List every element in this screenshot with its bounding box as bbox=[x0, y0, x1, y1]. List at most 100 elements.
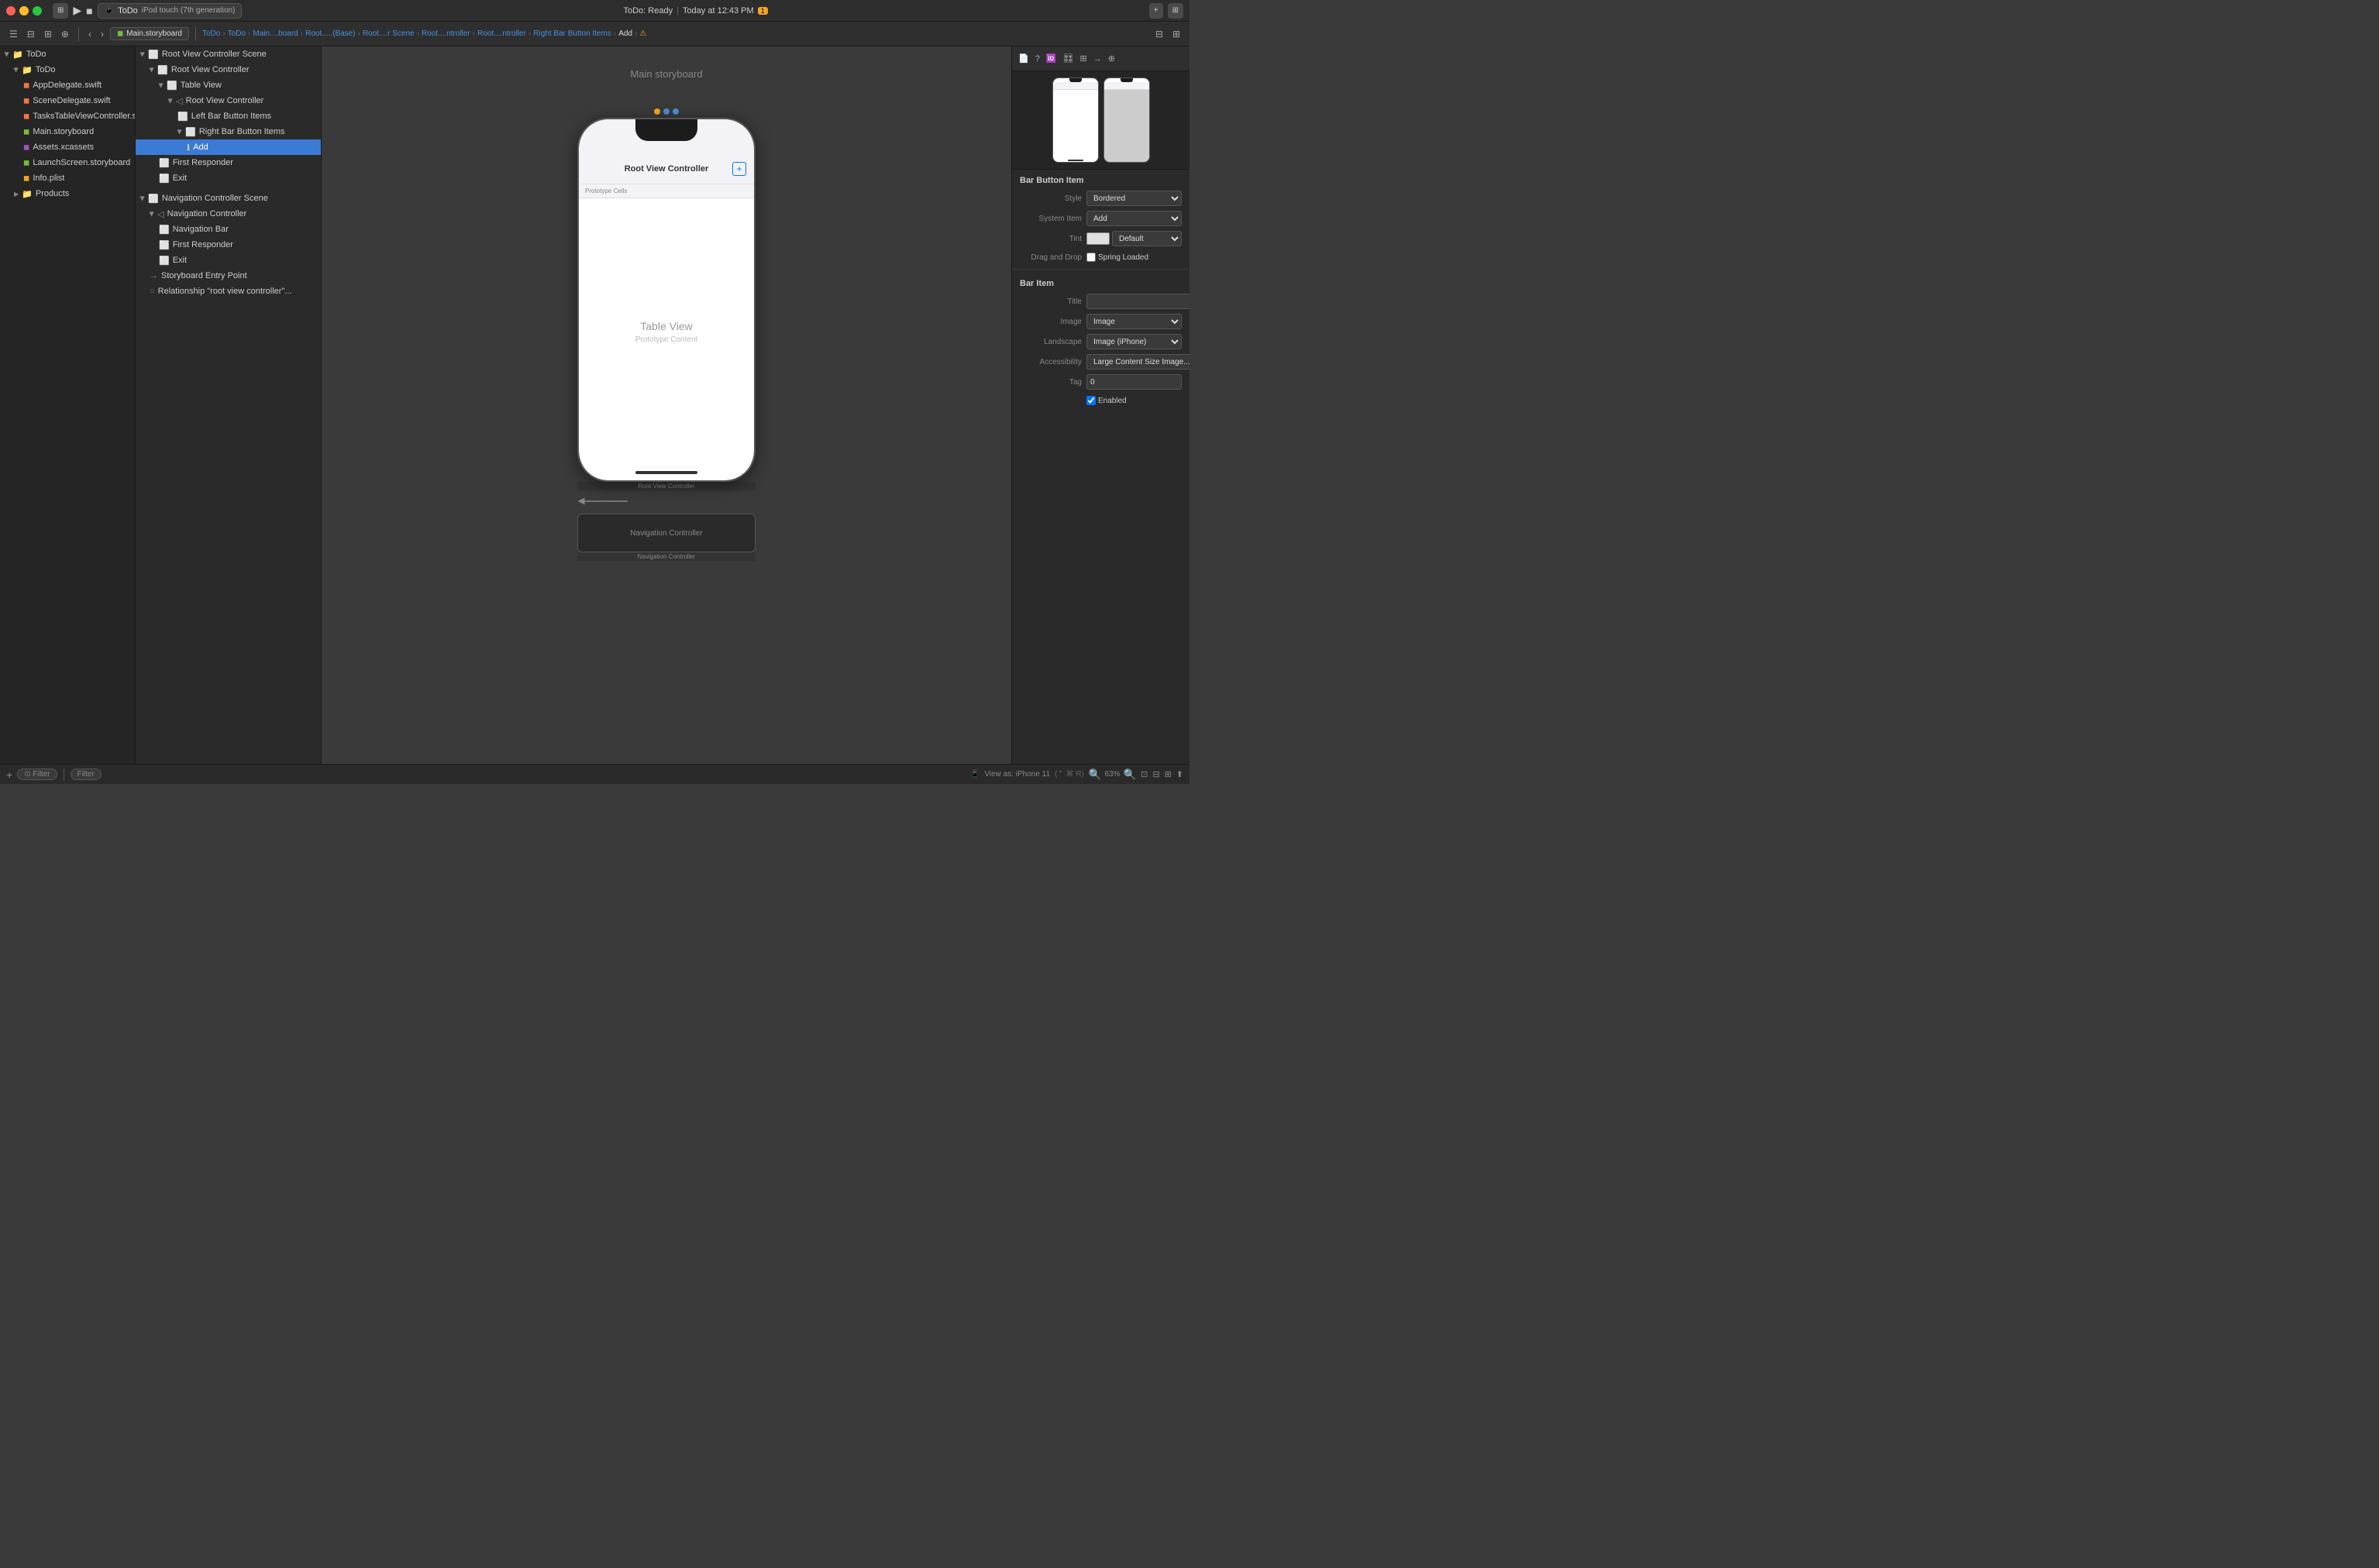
close-button[interactable] bbox=[6, 6, 15, 15]
table-view-center: Table View Prototype Content bbox=[579, 198, 754, 465]
editor-options-btn[interactable]: ⊟ bbox=[1152, 27, 1166, 41]
bc-8[interactable]: Right Bar Button Items bbox=[533, 29, 611, 38]
bc-1[interactable]: ToDo bbox=[202, 29, 220, 38]
nav-assets[interactable]: ◼ Assets.xcassets bbox=[0, 139, 135, 155]
breadcrumb: ToDo › ToDo › Main....board › Root.....(… bbox=[202, 29, 1149, 38]
size-inspector-btn[interactable]: ⊞ bbox=[1079, 52, 1089, 65]
zoom-reset-btn[interactable]: ⊟ bbox=[1152, 769, 1159, 779]
preview-home-bar bbox=[1068, 160, 1083, 161]
run-button[interactable]: ▶ bbox=[73, 4, 81, 17]
quick-help-btn[interactable]: ? bbox=[1034, 53, 1041, 65]
outline-first-responder[interactable]: ⬜ First Responder bbox=[136, 155, 321, 170]
outline-relationship-label: Relationship "root view controller"... bbox=[158, 287, 292, 296]
filter-right-btn[interactable]: Filter bbox=[71, 769, 102, 780]
outline-root-scene[interactable]: ▶ ⬜ Root View Controller Scene bbox=[136, 46, 321, 62]
layout-button[interactable]: ⊞ bbox=[1168, 3, 1183, 19]
nav-mainstoryboard[interactable]: ◼ Main.storyboard bbox=[0, 124, 135, 139]
nav-launchscreen[interactable]: ◼ LaunchScreen.storyboard bbox=[0, 155, 135, 170]
scheme-label: ToDo bbox=[118, 6, 138, 15]
inspector-style-select[interactable]: Bordered Plain Done bbox=[1086, 191, 1182, 206]
outline-right-items[interactable]: ▶ ⬜ Right Bar Button Items bbox=[136, 124, 321, 139]
add-editor-btn[interactable]: ⊞ bbox=[1169, 27, 1183, 41]
relationship-icon: ○ bbox=[150, 287, 155, 296]
maximize-button[interactable] bbox=[33, 6, 42, 15]
main-layout: ▶ 📁 ToDo ▶ 📁 ToDo ◼ AppDelegate.swift ◼ … bbox=[0, 46, 1190, 764]
outline-add-item[interactable]: ℹ Add bbox=[136, 139, 321, 155]
items-icon: ⬜ bbox=[185, 127, 196, 137]
minimize-button[interactable] bbox=[19, 6, 29, 15]
outline-root-vc2[interactable]: ▶ ◁ Root View Controller bbox=[136, 93, 321, 108]
attributes-inspector-btn[interactable]: 🎛 bbox=[1062, 52, 1076, 65]
enabled-checkbox[interactable] bbox=[1086, 396, 1096, 405]
outline-tableview-label: Table View bbox=[181, 81, 222, 90]
nav-infoplist[interactable]: ◼ Info.plist bbox=[0, 170, 135, 186]
zoom-out-btn[interactable]: 🔍 bbox=[1089, 769, 1102, 781]
bc-2[interactable]: ToDo bbox=[228, 29, 246, 38]
inspector-accessibility-select[interactable]: Large Content Size Image... bbox=[1086, 354, 1190, 370]
nav-scenedelegate[interactable]: ◼ SceneDelegate.swift bbox=[0, 93, 135, 108]
spring-loaded-checkbox[interactable] bbox=[1086, 253, 1096, 262]
triangle-icon: ▶ bbox=[14, 191, 19, 198]
sidebar-toggle-button[interactable]: ⊞ bbox=[53, 3, 68, 19]
inspector-tag-input[interactable] bbox=[1086, 374, 1182, 390]
navigate-back-btn[interactable]: ⊟ bbox=[24, 27, 38, 41]
nav-root-todo[interactable]: ▶ 📁 ToDo bbox=[0, 46, 135, 62]
inspector-landscape-select[interactable]: Image (iPhone) bbox=[1086, 334, 1182, 349]
root-vc-scene-box: Root View Controller + Prototype Cells T… bbox=[577, 108, 756, 490]
sidebar-hide-btn[interactable]: ☰ bbox=[6, 27, 21, 41]
nav-appdelegate[interactable]: ◼ AppDelegate.swift bbox=[0, 77, 135, 93]
add-button[interactable]: + bbox=[1149, 3, 1163, 19]
outline-nav-bar[interactable]: ⬜ Navigation Bar bbox=[136, 222, 321, 237]
outline-entry-point[interactable]: → Storyboard Entry Point bbox=[136, 268, 321, 284]
inspector-dragdrop-label: Drag and Drop bbox=[1020, 253, 1082, 262]
toolbar: ☰ ⊟ ⊞ ⊕ ‹ › ◼ Main.storyboard ToDo › ToD… bbox=[0, 22, 1190, 46]
filter-left-btn[interactable]: ⊙ Filter bbox=[17, 769, 57, 780]
zoom-fit-btn[interactable]: ⊡ bbox=[1141, 769, 1148, 779]
file-inspector-btn[interactable]: 📄 bbox=[1017, 52, 1031, 65]
canvas-area[interactable]: Main storyboard Root View Controller + bbox=[322, 46, 1011, 764]
nav-products[interactable]: ▶ 📁 Products bbox=[0, 186, 135, 201]
phone-nav-plus-btn: + bbox=[732, 162, 746, 176]
back-nav-btn[interactable]: ‹ bbox=[85, 27, 95, 41]
forward-nav-btn[interactable]: › bbox=[98, 27, 107, 41]
library-btn[interactable]: ⊕ bbox=[1107, 52, 1117, 65]
outline-relationship[interactable]: ○ Relationship "root view controller"... bbox=[136, 284, 321, 299]
nav-group-todo[interactable]: ▶ 📁 ToDo bbox=[0, 62, 135, 77]
bc-4[interactable]: Root.....(Base) bbox=[305, 29, 355, 38]
add-file-btn[interactable]: + bbox=[6, 769, 12, 781]
stop-button[interactable]: ■ bbox=[86, 5, 92, 17]
outline-nav-ctrl[interactable]: ▶ ◁ Navigation Controller bbox=[136, 206, 321, 222]
outline-right-items-label: Right Bar Button Items bbox=[199, 127, 285, 136]
zoom-in-btn[interactable]: 🔍 bbox=[1124, 769, 1137, 781]
scheme-selector[interactable]: 📱 ToDo iPod touch (7th generation) bbox=[98, 3, 243, 19]
outline-nav-exit[interactable]: ⬜ Exit bbox=[136, 253, 321, 268]
expand-btn[interactable]: ⊞ bbox=[1165, 769, 1172, 779]
swift-file-icon: ◼ bbox=[23, 97, 29, 105]
inspector-image-select[interactable]: Image bbox=[1086, 314, 1182, 329]
filter-btn[interactable]: ⊕ bbox=[58, 27, 72, 41]
bc-7[interactable]: Root....ntroller bbox=[477, 29, 526, 38]
connections-inspector-btn[interactable]: → bbox=[1092, 53, 1103, 65]
navigate-forward-btn[interactable]: ⊞ bbox=[41, 27, 55, 41]
bc-5[interactable]: Root....r Scene bbox=[363, 29, 415, 38]
identity-inspector-btn[interactable]: 🆔 bbox=[1045, 52, 1059, 65]
document-outline: ▶ ⬜ Root View Controller Scene ▶ ⬜ Root … bbox=[136, 46, 322, 764]
outline-nav-responder[interactable]: ⬜ First Responder bbox=[136, 237, 321, 253]
bc-6[interactable]: Root....ntroller bbox=[422, 29, 470, 38]
bc-3[interactable]: Main....board bbox=[253, 29, 298, 38]
file-tab[interactable]: ◼ Main.storyboard bbox=[110, 27, 189, 40]
tint-color-swatch[interactable] bbox=[1086, 232, 1110, 245]
inspector-tint-select[interactable]: Default bbox=[1112, 231, 1182, 246]
outline-left-items[interactable]: ⬜ Left Bar Button Items bbox=[136, 108, 321, 124]
outline-root-vc[interactable]: ▶ ⬜ Root View Controller bbox=[136, 62, 321, 77]
inspector-system-item-select[interactable]: Add Edit Done bbox=[1086, 211, 1182, 226]
inspector-title-label: Title bbox=[1020, 297, 1082, 306]
inspector-title-input[interactable] bbox=[1086, 294, 1190, 309]
warning-badge[interactable]: 1 bbox=[758, 7, 768, 15]
outline-nav-scene[interactable]: ▶ ⬜ Navigation Controller Scene bbox=[136, 191, 321, 206]
outline-exit[interactable]: ⬜ Exit bbox=[136, 170, 321, 186]
outline-nav-ctrl-label: Navigation Controller bbox=[167, 209, 247, 218]
share-btn[interactable]: ⬆ bbox=[1176, 769, 1183, 779]
nav-taskstablevc[interactable]: ◼ TasksTableViewController.swift bbox=[0, 108, 135, 124]
outline-tableview[interactable]: ▶ ⬜ Table View bbox=[136, 77, 321, 93]
